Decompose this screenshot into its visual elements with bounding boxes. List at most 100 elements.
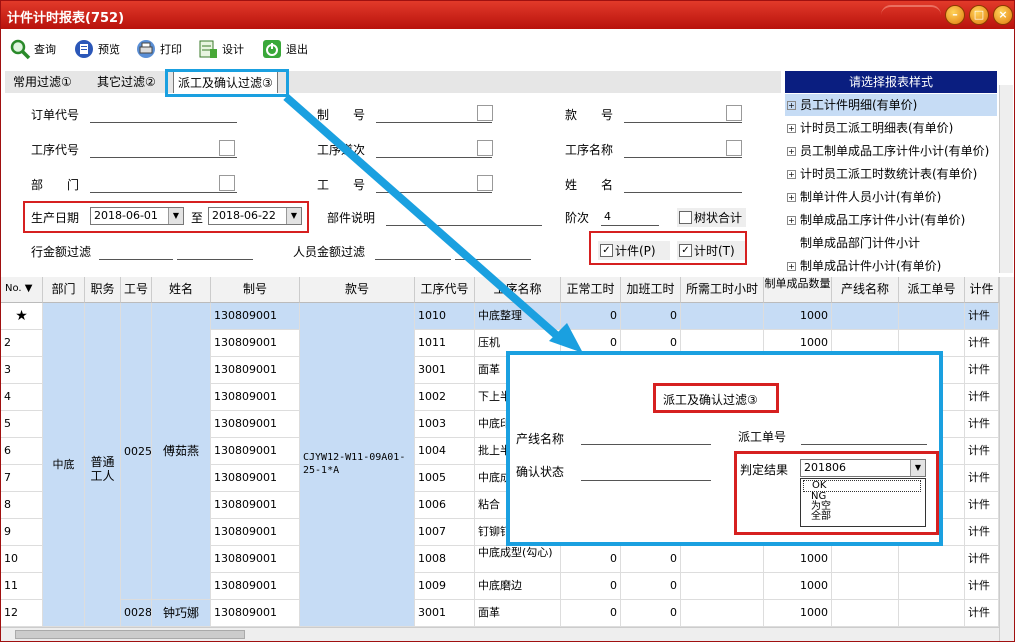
col-overtime-hours[interactable]: 加班工时 — [621, 277, 681, 303]
cell-normal-hours[interactable]: 0 — [561, 573, 621, 600]
expand-icon[interactable]: + — [787, 193, 796, 202]
cell-normal-hours[interactable]: 0 — [561, 546, 621, 573]
cell-make-no[interactable]: 130809001 — [211, 330, 300, 357]
cell-type[interactable]: 计件 — [965, 384, 999, 411]
maximize-button[interactable]: □ — [969, 5, 989, 25]
cell-required-hours[interactable] — [681, 573, 764, 600]
cell-dispatch-no[interactable] — [899, 573, 965, 600]
expand-icon[interactable]: + — [787, 101, 796, 110]
query-button[interactable]: 查询 — [9, 37, 56, 61]
cell-process-code[interactable]: 3001 — [415, 357, 475, 384]
cell-process-code[interactable]: 1007 — [415, 519, 475, 546]
emp-no-picker[interactable] — [477, 175, 493, 191]
report-item-0[interactable]: + 员工计件明细(有单价) — [785, 94, 997, 116]
person-amount-min-input[interactable] — [375, 244, 451, 260]
cell-overtime-hours[interactable]: 0 — [621, 573, 681, 600]
cell-line-name[interactable] — [832, 573, 899, 600]
cell-dispatch-no[interactable] — [899, 546, 965, 573]
cell-type[interactable]: 计件 — [965, 546, 999, 573]
cell-make-no[interactable]: 130809001 — [211, 492, 300, 519]
row-number[interactable]: 5 — [1, 411, 43, 438]
row-amount-min-input[interactable] — [99, 244, 173, 260]
emp-no-input[interactable] — [376, 177, 492, 193]
row-number[interactable]: 7 — [1, 465, 43, 492]
cell-make-no[interactable]: 130809001 — [211, 546, 300, 573]
expand-icon[interactable]: + — [787, 124, 796, 133]
preview-button[interactable]: 预览 — [73, 37, 120, 61]
cell-emp-no[interactable]: 0028 — [121, 600, 152, 627]
row-number[interactable]: 11 — [1, 573, 43, 600]
col-qty[interactable]: 制单成品数量 — [764, 277, 832, 303]
row-number[interactable]: 8 — [1, 492, 43, 519]
date-to-dropdown[interactable]: 2018-06-22 ▼ — [208, 207, 302, 225]
row-number[interactable]: 4 — [1, 384, 43, 411]
print-button[interactable]: 打印 — [135, 37, 182, 61]
cell-process-code[interactable]: 1005 — [415, 465, 475, 492]
person-amount-max-input[interactable] — [455, 244, 531, 260]
cell-overtime-hours[interactable]: 0 — [621, 546, 681, 573]
col-style-no[interactable]: 款号 — [300, 277, 415, 303]
cell-name[interactable]: 钟巧娜 — [152, 600, 211, 627]
expand-icon[interactable]: + — [787, 147, 796, 156]
hscroll-thumb[interactable] — [15, 630, 245, 639]
cell-qty[interactable]: 1000 — [764, 573, 832, 600]
cell-normal-hours[interactable]: 0 — [561, 303, 621, 330]
col-no[interactable]: No. ▼ — [1, 277, 43, 303]
style-no-picker[interactable] — [726, 105, 742, 121]
cell-name[interactable]: 傅茹燕 — [152, 303, 211, 600]
cell-style-no[interactable]: CJYW12-W11-09A01-25-1*A — [300, 303, 415, 627]
process-code-input[interactable] — [90, 142, 237, 158]
cell-type[interactable]: 计件 — [965, 573, 999, 600]
option-all[interactable]: 全部 — [811, 512, 925, 522]
cell-required-hours[interactable] — [681, 600, 764, 627]
col-dispatch-no[interactable]: 派工单号 — [899, 277, 965, 303]
dept-picker[interactable] — [219, 175, 235, 191]
cell-type[interactable]: 计件 — [965, 438, 999, 465]
cell-line-name[interactable] — [832, 600, 899, 627]
row-number[interactable]: 6 — [1, 438, 43, 465]
make-no-picker[interactable] — [477, 105, 493, 121]
make-no-input[interactable] — [376, 107, 492, 123]
part-desc-input[interactable] — [386, 210, 542, 226]
row-amount-max-input[interactable] — [177, 244, 253, 260]
col-normal-hours[interactable]: 正常工时 — [561, 277, 621, 303]
report-item-4[interactable]: + 制单计件人员小计(有单价) — [785, 186, 997, 208]
report-item-7[interactable]: + 制单成品计件小计(有单价) — [785, 255, 997, 273]
col-emp-no[interactable]: 工号 — [121, 277, 152, 303]
cell-required-hours[interactable] — [681, 303, 764, 330]
col-dept[interactable]: 部门 — [43, 277, 85, 303]
cell-qty[interactable]: 1000 — [764, 546, 832, 573]
time-checkbox[interactable]: ✓ 计时(T) — [677, 241, 745, 260]
tab-other-filter[interactable]: 其它过滤② — [93, 71, 160, 93]
expand-icon[interactable]: + — [787, 170, 796, 179]
report-item-2[interactable]: + 员工制单成品工序计件小计(有单价) — [785, 140, 997, 162]
cell-process-code[interactable]: 3001 — [415, 600, 475, 627]
cell-dispatch-no[interactable] — [899, 303, 965, 330]
col-type[interactable]: 计件 — [965, 277, 999, 303]
process-type-input[interactable] — [376, 142, 492, 158]
title-bar[interactable]: 计件计时报表(752) – □ × — [1, 1, 1014, 29]
col-required-hours[interactable]: 所需工时小时 — [681, 277, 764, 303]
col-process-code[interactable]: 工序代号 — [415, 277, 475, 303]
cell-make-no[interactable]: 130809001 — [211, 465, 300, 492]
cell-process-code[interactable]: 1011 — [415, 330, 475, 357]
report-item-3[interactable]: + 计时员工派工时数统计表(有单价) — [785, 163, 997, 185]
result-dropdown[interactable]: 201806 ▼ — [800, 459, 926, 477]
cell-qty[interactable]: 1000 — [764, 600, 832, 627]
cell-type[interactable]: 计件 — [965, 465, 999, 492]
confirm-input[interactable] — [581, 465, 711, 481]
cell-process-name[interactable]: 中底磨边 — [475, 573, 561, 600]
cell-process-name[interactable]: 中底成型(勾心) — [475, 546, 561, 573]
report-item-1[interactable]: + 计时员工派工明细表(有单价) — [785, 117, 997, 139]
cell-type[interactable]: 计件 — [965, 519, 999, 546]
chevron-down-icon[interactable]: ▼ — [286, 208, 301, 224]
cell-make-no[interactable]: 130809001 — [211, 573, 300, 600]
minimize-button[interactable]: – — [945, 5, 965, 25]
line-name-input[interactable] — [581, 429, 711, 445]
tree-total-checkbox[interactable]: 树状合计 — [677, 208, 747, 227]
process-name-picker[interactable] — [726, 140, 742, 156]
cell-process-code[interactable]: 1004 — [415, 438, 475, 465]
row-number[interactable]: 9 — [1, 519, 43, 546]
cell-emp-no[interactable]: 0025 — [121, 303, 152, 600]
cell-dispatch-no[interactable] — [899, 600, 965, 627]
